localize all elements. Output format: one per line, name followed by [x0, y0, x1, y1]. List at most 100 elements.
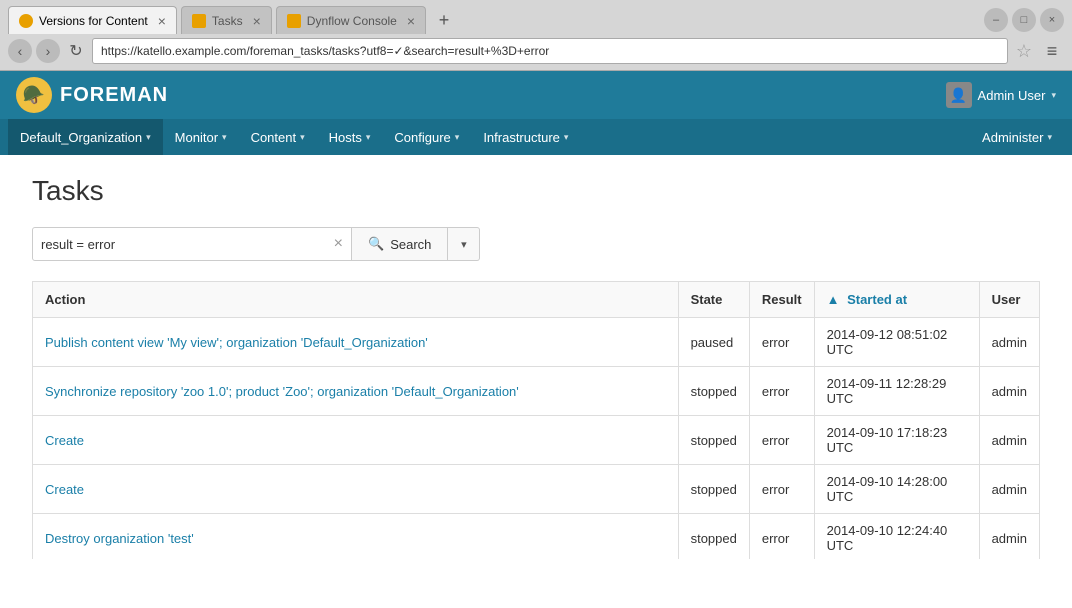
org-chevron: ▾ [146, 132, 151, 143]
table-row: Publish content view 'My view'; organiza… [33, 318, 1040, 367]
maximize-button[interactable]: □ [1012, 8, 1036, 32]
tab-label-tasks: Tasks [212, 14, 243, 28]
nav-infrastructure-chevron: ▾ [564, 132, 569, 143]
forward-button[interactable]: › [36, 39, 60, 63]
col-header-started[interactable]: ▲ Started at [814, 282, 979, 318]
nav-hosts-label: Hosts [329, 130, 362, 145]
topbar: 🪖 FOREMAN 👤 Admin User ▾ [0, 71, 1072, 119]
nav-administer-chevron: ▾ [1047, 132, 1052, 143]
cell-action-3: Create [33, 465, 679, 514]
bookmark-button[interactable]: ☆ [1012, 39, 1036, 63]
search-dropdown-chevron: ▾ [461, 238, 467, 251]
user-menu-button[interactable]: 👤 Admin User ▾ [946, 82, 1056, 108]
tab-close-tasks[interactable]: × [253, 14, 261, 28]
tab-tasks[interactable]: Tasks × [181, 6, 272, 34]
cell-started-0: 2014-09-12 08:51:02 UTC [814, 318, 979, 367]
topbar-right: 👤 Admin User ▾ [946, 82, 1056, 108]
nav-content-label: Content [251, 130, 297, 145]
nav-configure[interactable]: Configure ▾ [382, 119, 471, 155]
tab-dynflow[interactable]: Dynflow Console × [276, 6, 426, 34]
search-clear-button[interactable]: × [334, 235, 343, 253]
col-header-state[interactable]: State [678, 282, 749, 318]
tab-close-dynflow[interactable]: × [407, 14, 415, 28]
cell-user-0: admin [979, 318, 1039, 367]
search-dropdown-button[interactable]: ▾ [448, 227, 480, 261]
cell-state-2: stopped [678, 416, 749, 465]
col-header-user[interactable]: User [979, 282, 1039, 318]
nav-hosts-chevron: ▾ [366, 132, 371, 143]
tab-icon-versions [19, 14, 33, 28]
action-link-2[interactable]: Create [45, 433, 84, 448]
cell-user-2: admin [979, 416, 1039, 465]
action-link-1[interactable]: Synchronize repository 'zoo 1.0'; produc… [45, 384, 519, 399]
sort-icon: ▲ [827, 292, 840, 307]
action-link-3[interactable]: Create [45, 482, 84, 497]
back-button[interactable]: ‹ [8, 39, 32, 63]
cell-started-3: 2014-09-10 14:28:00 UTC [814, 465, 979, 514]
search-button-label: Search [390, 237, 431, 252]
action-link-4[interactable]: Destroy organization 'test' [45, 531, 194, 546]
search-input-wrapper: × [32, 227, 352, 261]
cell-state-3: stopped [678, 465, 749, 514]
menu-button[interactable]: ≡ [1040, 39, 1064, 63]
cell-user-3: admin [979, 465, 1039, 514]
tab-icon-dynflow [287, 14, 301, 28]
nav-administer[interactable]: Administer ▾ [970, 119, 1064, 155]
nav-infrastructure[interactable]: Infrastructure ▾ [471, 119, 580, 155]
search-input[interactable] [41, 237, 334, 252]
navbar: Default_Organization ▾ Monitor ▾ Content… [0, 119, 1072, 155]
minimize-button[interactable]: – [984, 8, 1008, 32]
action-link-0[interactable]: Publish content view 'My view'; organiza… [45, 335, 428, 350]
close-button[interactable]: × [1040, 8, 1064, 32]
logo-area: 🪖 FOREMAN [16, 77, 168, 113]
browser-chrome: Versions for Content × Tasks × Dynflow C… [0, 0, 1072, 71]
tasks-table: Action State Result ▲ Started at User Pu… [32, 281, 1040, 559]
nav-infrastructure-label: Infrastructure [483, 130, 560, 145]
org-selector[interactable]: Default_Organization ▾ [8, 119, 163, 155]
browser-titlebar: Versions for Content × Tasks × Dynflow C… [0, 0, 1072, 34]
tab-versions[interactable]: Versions for Content × [8, 6, 177, 34]
table-row: Synchronize repository 'zoo 1.0'; produc… [33, 367, 1040, 416]
user-menu-chevron: ▾ [1051, 90, 1056, 101]
cell-state-1: stopped [678, 367, 749, 416]
refresh-button[interactable]: ↻ [64, 39, 88, 63]
foreman-logo-icon: 🪖 [16, 77, 52, 113]
table-row: Destroy organization 'test' stopped erro… [33, 514, 1040, 560]
cell-result-4: error [749, 514, 814, 560]
nav-administer-label: Administer [982, 130, 1043, 145]
nav-content[interactable]: Content ▾ [239, 119, 317, 155]
cell-user-4: admin [979, 514, 1039, 560]
table-row: Create stopped error 2014-09-10 17:18:23… [33, 416, 1040, 465]
new-tab-button[interactable]: + [430, 6, 458, 34]
tab-close-versions[interactable]: × [158, 14, 166, 28]
cell-action-4: Destroy organization 'test' [33, 514, 679, 560]
table-header: Action State Result ▲ Started at User [33, 282, 1040, 318]
nav-monitor[interactable]: Monitor ▾ [163, 119, 239, 155]
nav-content-chevron: ▾ [300, 132, 305, 143]
address-bar[interactable] [92, 38, 1008, 64]
cell-state-4: stopped [678, 514, 749, 560]
nav-configure-chevron: ▾ [455, 132, 460, 143]
cell-result-1: error [749, 367, 814, 416]
cell-result-3: error [749, 465, 814, 514]
col-header-action[interactable]: Action [33, 282, 679, 318]
col-header-result[interactable]: Result [749, 282, 814, 318]
cell-started-2: 2014-09-10 17:18:23 UTC [814, 416, 979, 465]
nav-configure-label: Configure [394, 130, 450, 145]
search-button[interactable]: 🔍 Search [352, 227, 448, 261]
table-row: Create stopped error 2014-09-10 14:28:00… [33, 465, 1040, 514]
nav-monitor-chevron: ▾ [222, 132, 227, 143]
page-title: Tasks [32, 175, 1040, 207]
org-label: Default_Organization [20, 130, 142, 145]
search-icon: 🔍 [368, 236, 384, 252]
brand-name: FOREMAN [60, 84, 168, 107]
tab-label-dynflow: Dynflow Console [307, 14, 397, 28]
nav-hosts[interactable]: Hosts ▾ [317, 119, 383, 155]
app: 🪖 FOREMAN 👤 Admin User ▾ Default_Organiz… [0, 71, 1072, 559]
cell-action-2: Create [33, 416, 679, 465]
table-body: Publish content view 'My view'; organiza… [33, 318, 1040, 560]
nav-monitor-label: Monitor [175, 130, 218, 145]
cell-started-4: 2014-09-10 12:24:40 UTC [814, 514, 979, 560]
user-avatar: 👤 [946, 82, 972, 108]
main-content: Tasks × 🔍 Search ▾ Action State Result [0, 155, 1072, 559]
